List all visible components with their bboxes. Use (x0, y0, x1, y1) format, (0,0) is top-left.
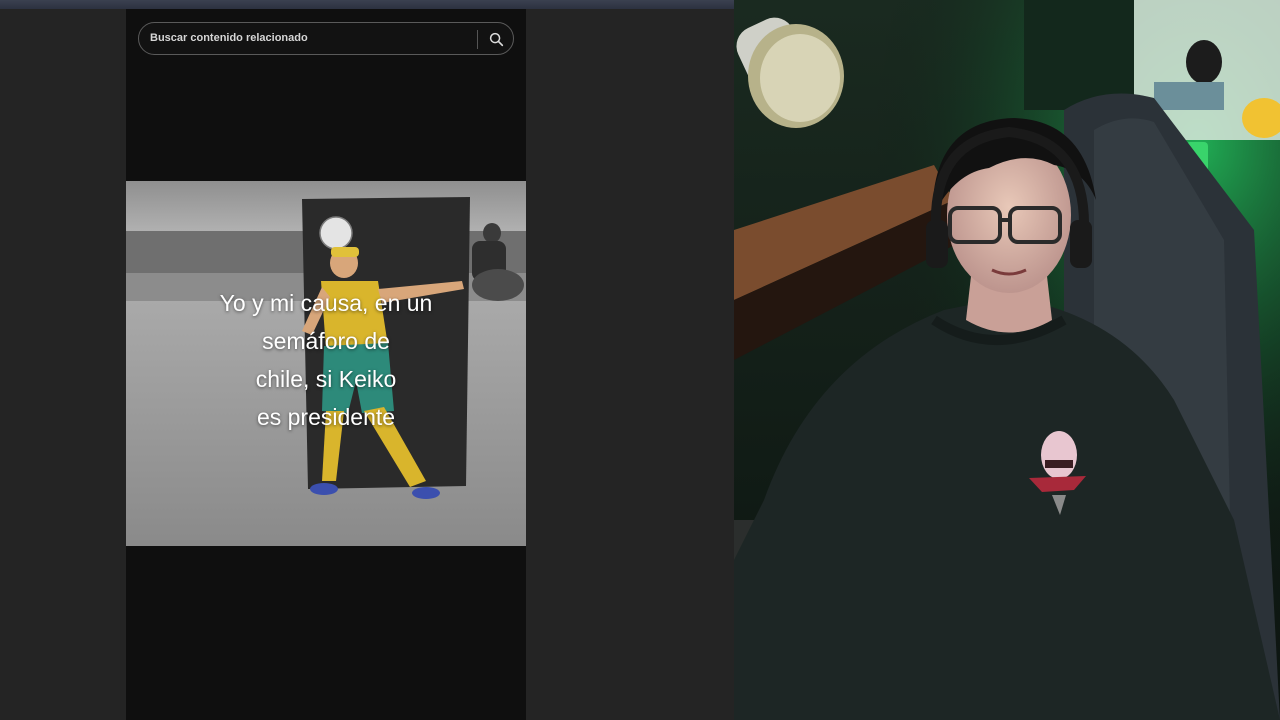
streamer-webcam (734, 0, 1280, 720)
search-divider (477, 30, 478, 49)
webcam-feed (734, 0, 1280, 720)
search-icon (489, 32, 503, 46)
search-button[interactable] (483, 28, 509, 50)
search-input[interactable]: Buscar contenido relacionado (150, 32, 308, 44)
video-player[interactable]: Yo y mi causa, en un semáforo de chile, … (126, 181, 526, 546)
video-feed-column: Buscar contenido relacionado Yo y mi cau… (126, 9, 526, 720)
window-top-strip (0, 0, 734, 9)
video-caption: Yo y mi causa, en un semáforo de chile, … (219, 290, 433, 430)
related-content-search-bar[interactable]: Buscar contenido relacionado (138, 22, 514, 55)
browser-pane: Buscar contenido relacionado Yo y mi cau… (0, 0, 734, 720)
